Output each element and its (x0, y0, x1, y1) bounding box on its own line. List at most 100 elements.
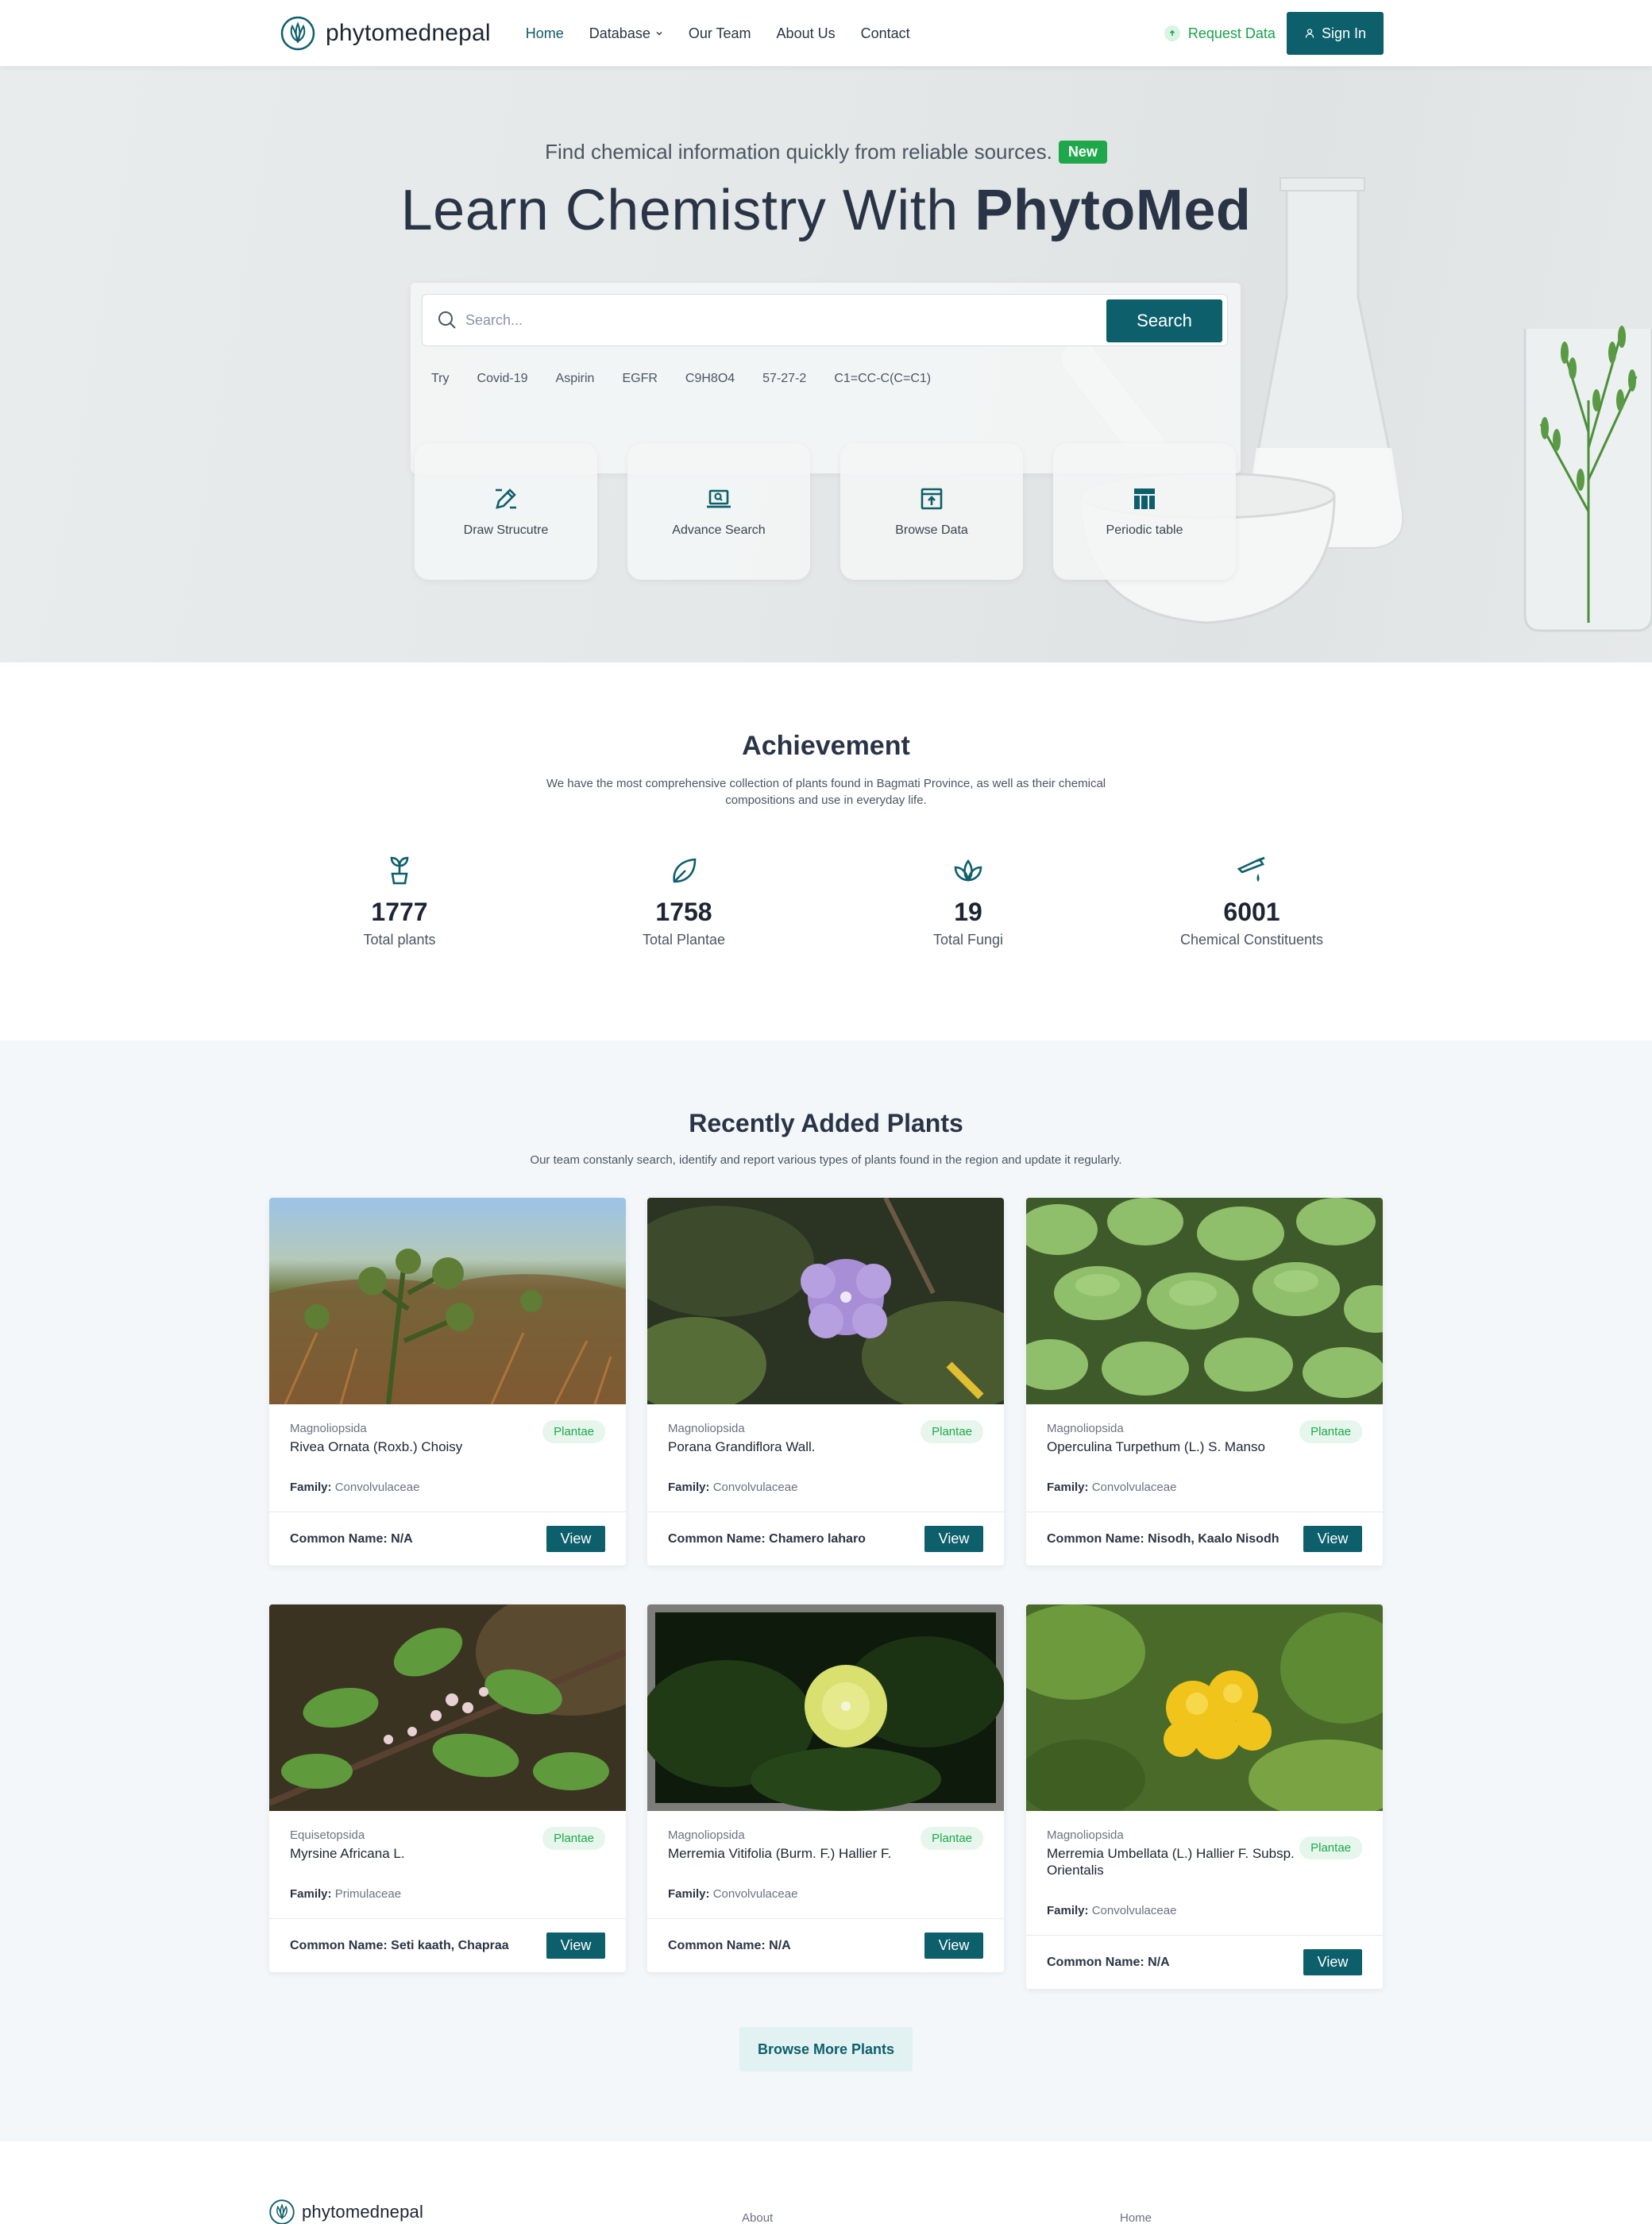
navbar-inner: phytomednepal Home Database Our Team Abo… (280, 0, 1384, 67)
user-icon (1305, 29, 1314, 38)
common-value: Seti kaath, Chapraa (391, 1938, 509, 1952)
footer: phytomednepal About Home (0, 2141, 1652, 2224)
plant-family: Family: Convolvulaceae (290, 1481, 605, 1494)
family-label: Family: (1047, 1481, 1089, 1494)
plant-family: Family: Convolvulaceae (668, 1481, 983, 1494)
hero-title-prefix: Learn Chemistry With (400, 179, 975, 242)
common-value: Chamero laharo (769, 1531, 866, 1546)
kingdom-badge: Plantae (542, 1420, 605, 1443)
browse-icon (921, 488, 943, 510)
stat-total-plantae: 1758 Total Plantae (565, 855, 803, 948)
achievement-title: Achievement (742, 731, 910, 761)
stat-value: 1758 (655, 898, 712, 926)
common-label: Common Name: (290, 1938, 388, 1952)
common-value: N/A (1148, 1955, 1170, 1969)
plant-card-footer: Common Name: N/A View (647, 1918, 1004, 1972)
family-value: Convolvulaceae (712, 1887, 798, 1901)
plant-card-footer: Common Name: N/A View (269, 1512, 626, 1566)
nav-links: Home Database Our Team About Us Contact (526, 25, 936, 42)
family-label: Family: (1047, 1904, 1089, 1917)
plant-photo (269, 1604, 626, 1811)
plant-card: Magnoliopsida Porana Grandiflora Wall. P… (647, 1198, 1004, 1566)
nav-contact[interactable]: Contact (861, 25, 910, 42)
plant-card: Magnoliopsida Merremia Umbellata (L.) Ha… (1026, 1604, 1383, 1989)
request-data-link[interactable]: Request Data (1164, 25, 1276, 42)
view-button[interactable]: View (546, 1932, 605, 1959)
recent-plants-title: Recently Added Plants (689, 1109, 963, 1137)
view-button[interactable]: View (1303, 1949, 1362, 1975)
search-button[interactable]: Search (1106, 299, 1222, 342)
request-data-label: Request Data (1187, 25, 1276, 41)
try-chip[interactable]: EGFR (622, 372, 657, 386)
browse-more-plants-button[interactable]: Browse More Plants (739, 2027, 913, 2071)
view-button[interactable]: View (924, 1932, 983, 1959)
stat-chemical-constituents: 6001 Chemical Constituents (1133, 855, 1371, 948)
tool-draw-structure[interactable]: Draw Strucutre (415, 443, 597, 580)
family-value: Convolvulaceae (712, 1481, 798, 1494)
tool-browse-data[interactable]: Browse Data (840, 443, 1023, 580)
footer-brand[interactable]: phytomednepal (268, 2199, 423, 2224)
plant-card-footer: Common Name: Seti kaath, Chapraa View (269, 1918, 626, 1972)
nav-database[interactable]: Database (589, 25, 663, 42)
try-chip[interactable]: Covid-19 (477, 372, 528, 386)
common-name: Common Name: Seti kaath, Chapraa (290, 1939, 509, 1953)
try-chip[interactable]: C1=CC-C(C=C1) (834, 372, 931, 386)
plant-name: Myrsine Africana L. (290, 1846, 405, 1861)
pencil-icon (496, 488, 516, 509)
common-value: N/A (391, 1531, 413, 1546)
tool-label: Draw Strucutre (463, 523, 549, 537)
tool-periodic-table[interactable]: Periodic table (1053, 443, 1236, 580)
achievement-subtitle: We have the most comprehensive collectio… (546, 777, 1106, 807)
plant-family: Family: Convolvulaceae (1047, 1481, 1362, 1494)
try-chip[interactable]: 57-27-2 (762, 372, 806, 386)
family-label: Family: (290, 1481, 332, 1494)
plant-photo (269, 1198, 626, 1404)
tool-advance-search[interactable]: Advance Search (627, 443, 810, 580)
family-value: Primulaceae (334, 1887, 402, 1901)
plant-card-footer: Common Name: Nisodh, Kaalo Nisodh View (1026, 1512, 1383, 1566)
nav-our-team[interactable]: Our Team (689, 25, 751, 42)
view-button[interactable]: View (546, 1526, 605, 1552)
common-value: Nisodh, Kaalo Nisodh (1148, 1531, 1280, 1546)
recent-plants-section: Recently Added Plants Our team constanly… (0, 1041, 1652, 2141)
nav-database-label: Database (589, 25, 650, 41)
plant-card-body: Magnoliopsida Rivea Ornata (Roxb.) Chois… (269, 1404, 626, 1494)
common-value: N/A (769, 1938, 791, 1952)
view-button[interactable]: View (924, 1526, 983, 1552)
common-name: Common Name: N/A (290, 1532, 413, 1546)
try-chip[interactable]: Aspirin (556, 372, 595, 386)
stat-label: Total Plantae (642, 932, 726, 948)
common-name: Common Name: N/A (1047, 1956, 1170, 1970)
tool-label: Browse Data (895, 523, 968, 537)
view-button[interactable]: View (1303, 1526, 1362, 1552)
plant-name: Porana Grandiflora Wall. (668, 1439, 816, 1454)
plant-card-body: Magnoliopsida Merremia Vitifolia (Burm. … (647, 1811, 1004, 1901)
quick-tools: Draw Strucutre Advance Search Browse Dat… (415, 443, 1236, 580)
plant-card-body: Equisetopsida Myrsine Africana L. Planta… (269, 1811, 626, 1901)
stat-label: Chemical Constituents (1179, 932, 1324, 948)
family-value: Convolvulaceae (1091, 1904, 1177, 1917)
plant-card-body: Magnoliopsida Merremia Umbellata (L.) Ha… (1026, 1811, 1383, 1917)
stat-total-plants: 1777 Total plants (280, 855, 519, 948)
common-name: Common Name: N/A (668, 1939, 791, 1953)
nav-actions: Request Data Sign In (1164, 12, 1384, 55)
plant-photo (647, 1198, 1004, 1404)
plant-name: Rivea Ornata (Roxb.) Choisy (290, 1439, 463, 1454)
plant-card-footer: Common Name: N/A View (1026, 1935, 1383, 1989)
nav-home[interactable]: Home (526, 25, 564, 42)
footer-link-home[interactable]: Home (1120, 2211, 1152, 2224)
try-chip[interactable]: C9H8O4 (685, 372, 735, 386)
brand[interactable]: phytomednepal (280, 15, 491, 52)
stat-total-fungi: 19 Total Fungi (849, 855, 1087, 948)
nav-about-us[interactable]: About Us (777, 25, 836, 42)
stat-value: 6001 (1223, 898, 1280, 926)
common-name: Common Name: Chamero laharo (668, 1532, 866, 1546)
common-label: Common Name: (290, 1531, 388, 1546)
common-label: Common Name: (668, 1938, 766, 1952)
plant-family: Family: Primulaceae (290, 1887, 605, 1901)
common-label: Common Name: (1047, 1531, 1144, 1546)
kingdom-badge: Plantae (1299, 1420, 1362, 1443)
plant-photo (647, 1604, 1004, 1811)
footer-link-about[interactable]: About (742, 2211, 773, 2224)
sign-in-button[interactable]: Sign In (1286, 12, 1384, 55)
